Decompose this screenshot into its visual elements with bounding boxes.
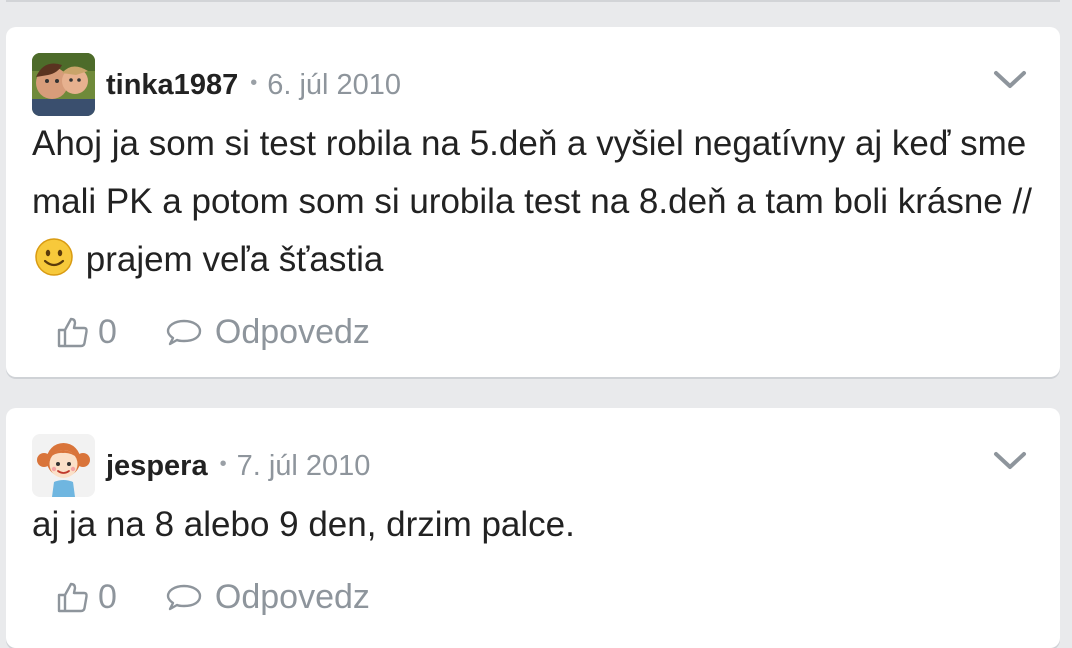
comment-author[interactable]: jespera <box>106 450 208 483</box>
like-button[interactable]: 0 <box>56 313 117 352</box>
meta-separator: • <box>250 71 258 94</box>
comment-author[interactable]: tinka1987 <box>106 69 238 102</box>
comment-text-part: prajem veľa šťastia <box>85 240 384 279</box>
comment-meta: tinka1987 • 6. júl 2010 <box>106 67 401 103</box>
user-avatar[interactable] <box>32 434 95 497</box>
user-avatar[interactable] <box>32 53 95 116</box>
previous-card-edge <box>0 0 1072 28</box>
like-count: 0 <box>98 312 117 351</box>
comment-text: Ahoj ja som si test robila na 5.deň a vy… <box>32 115 1032 289</box>
comment-actions: 0 Odpovedz <box>56 310 370 354</box>
comment-text-part: Ahoj ja som si test robila na 5.deň a vy… <box>32 124 1032 221</box>
comment-card: tinka1987 • 6. júl 2010 Ahoj ja som si t… <box>6 27 1060 377</box>
photo-avatar <box>32 53 95 116</box>
comment-date: 7. júl 2010 <box>236 449 371 482</box>
chevron-down-icon[interactable] <box>990 446 1030 476</box>
like-count: 0 <box>98 577 117 616</box>
comment-card: jespera • 7. júl 2010 aj ja na 8 alebo 9… <box>6 408 1060 648</box>
comment-text-part: aj ja na 8 alebo 9 den, drzim palce. <box>32 505 575 544</box>
reply-button[interactable]: Odpovedz <box>165 578 370 617</box>
reply-label: Odpovedz <box>214 577 370 616</box>
comment-meta: jespera • 7. júl 2010 <box>106 448 370 484</box>
comment-text: aj ja na 8 alebo 9 den, drzim palce. <box>32 496 1032 554</box>
reply-button[interactable]: Odpovedz <box>165 313 370 352</box>
reply-label: Odpovedz <box>214 312 370 351</box>
comment-actions: 0 Odpovedz <box>56 575 370 619</box>
cartoon-girl-avatar <box>32 434 95 497</box>
thumbs-up-icon <box>57 582 88 613</box>
like-button[interactable]: 0 <box>56 578 117 617</box>
thumbs-up-icon <box>57 317 88 348</box>
smiley-emoji <box>34 237 74 277</box>
chevron-down-icon[interactable] <box>990 65 1030 95</box>
speech-bubble-icon <box>166 319 202 346</box>
comment-date: 6. júl 2010 <box>267 68 402 101</box>
speech-bubble-icon <box>166 584 202 611</box>
meta-separator: • <box>219 452 227 475</box>
